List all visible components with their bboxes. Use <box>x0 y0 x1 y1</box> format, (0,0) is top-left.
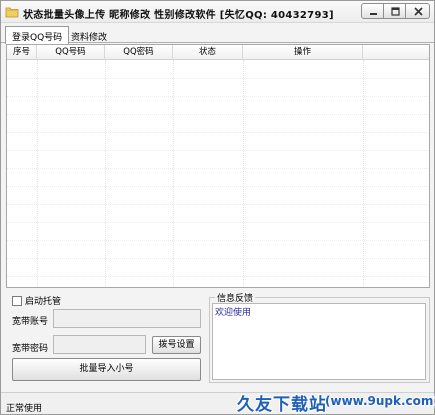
title-bar[interactable]: 状态批量头像上传 昵称修改 性别修改软件 [失忆QQ: 40432793] <box>1 1 434 23</box>
minimize-button[interactable] <box>361 3 384 19</box>
minimize-icon <box>370 13 377 15</box>
watermark: 久友下载站 (www.9upk.com) <box>233 387 435 415</box>
column-divider <box>363 60 364 287</box>
column-divider <box>173 60 174 287</box>
dial-settings-button[interactable]: 拨号设置 <box>152 336 201 354</box>
folder-icon <box>5 5 19 18</box>
table-header: 序号 QQ号码 QQ密码 状态 操作 <box>7 45 429 60</box>
column-divider <box>105 60 106 287</box>
watermark-url: (www.9upk.com) <box>325 394 435 408</box>
info-feedback-textarea[interactable]: 欢迎使用 <box>212 303 426 380</box>
main-window: 状态批量头像上传 昵称修改 性别修改软件 [失忆QQ: 40432793] 登录… <box>0 0 435 415</box>
status-text: 正常使用 <box>6 404 43 414</box>
window-title: 状态批量头像上传 昵称修改 性别修改软件 [失忆QQ: 40432793] <box>23 10 334 21</box>
row-gridline <box>7 276 429 277</box>
checkbox-box[interactable] <box>12 296 22 306</box>
row-gridline <box>7 240 429 241</box>
tab-bar: 登录QQ号码 资料修改 <box>1 26 434 44</box>
close-button[interactable] <box>405 3 430 19</box>
row-gridline <box>7 96 429 97</box>
row-gridline <box>7 150 429 151</box>
column-divider <box>243 60 244 287</box>
tab-login-qq[interactable]: 登录QQ号码 <box>5 26 70 44</box>
row-gridline <box>7 222 429 223</box>
column-header-qq-password[interactable]: QQ密码 <box>105 45 173 60</box>
watermark-site-name: 久友下载站 <box>237 395 327 415</box>
row-gridline <box>7 168 429 169</box>
broadband-account-label: 宽带账号 <box>12 317 49 327</box>
auto-hosting-checkbox[interactable]: 启动托管 <box>12 294 62 307</box>
column-header-status[interactable]: 状态 <box>173 45 243 60</box>
row-gridline <box>7 114 429 115</box>
close-icon <box>414 7 423 16</box>
row-gridline <box>7 204 429 205</box>
maximize-button[interactable] <box>383 3 406 19</box>
info-message: 欢迎使用 <box>215 308 252 318</box>
column-divider <box>37 60 38 287</box>
row-gridline <box>7 132 429 133</box>
batch-import-button[interactable]: 批量导入小号 <box>12 358 201 381</box>
auto-hosting-label: 启动托管 <box>25 297 62 307</box>
row-gridline <box>7 186 429 187</box>
broadband-password-field[interactable] <box>53 335 146 354</box>
row-gridline <box>7 258 429 259</box>
column-header-index[interactable]: 序号 <box>7 45 37 60</box>
broadband-password-label: 宽带密码 <box>12 344 49 354</box>
row-gridline <box>7 78 429 79</box>
column-header-action[interactable]: 操作 <box>243 45 363 60</box>
broadband-account-field[interactable] <box>53 309 201 328</box>
account-table[interactable]: 序号 QQ号码 QQ密码 状态 操作 <box>6 44 430 288</box>
column-header-qq-number[interactable]: QQ号码 <box>37 45 105 60</box>
tab-profile-edit[interactable]: 资料修改 <box>65 29 113 43</box>
maximize-icon <box>391 7 400 16</box>
